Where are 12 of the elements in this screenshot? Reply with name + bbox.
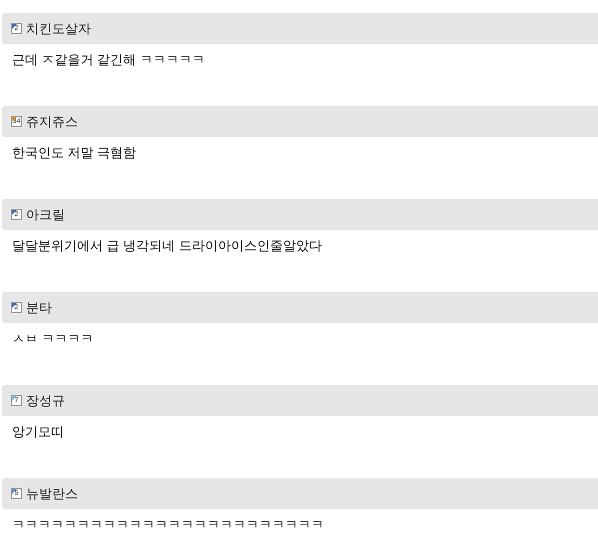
comment-text: 한국인도 저말 극혐함: [11, 144, 138, 162]
author-name: 아크릴: [26, 206, 65, 224]
author-name: 치킨도살자: [26, 20, 91, 38]
comment-text: 근데 ㅈ같을거 같긴해 ㅋㅋㅋㅋㅋ: [11, 51, 206, 69]
author-name: 분타: [26, 298, 52, 317]
author-name: 뉴발란스: [26, 484, 78, 503]
comment-text: ㅋㅋㅋㅋㅋㅋㅋㅋㅋㅋㅋㅋㅋㅋㅋㅋㅋㅋㅋㅋㅋㅋㅋㅋ: [11, 516, 325, 534]
author-name: 장성규: [26, 392, 65, 410]
author-name: 쥬지쥬스: [26, 112, 78, 131]
comment-text: 앙기모띠: [11, 423, 65, 441]
comment-text: ㅅㅂ ㅋㅋㅋㅋ: [11, 330, 95, 348]
comment-text: 달달분위기에서 급 냉각되네 드라이아이스인줄알았다: [11, 237, 323, 255]
